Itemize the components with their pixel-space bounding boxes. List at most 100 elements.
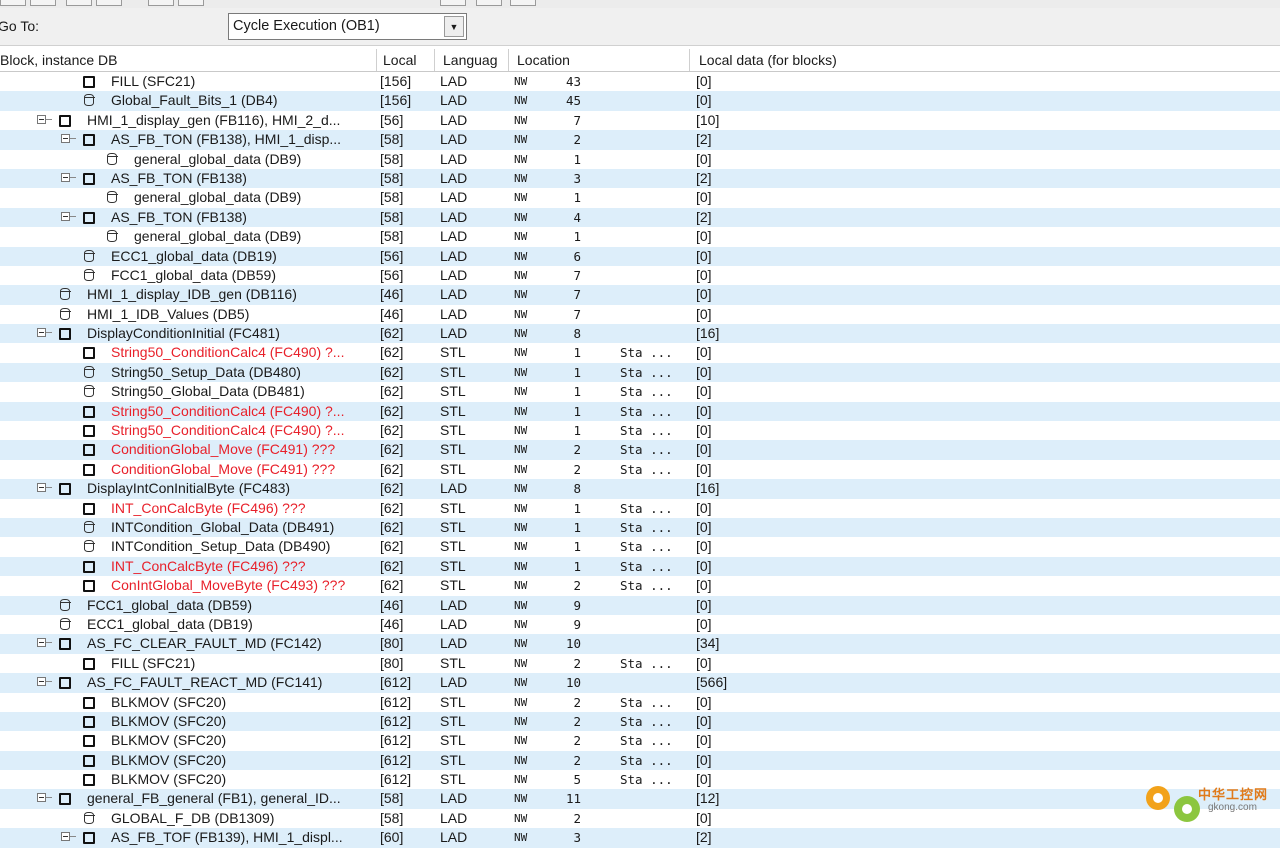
table-row[interactable]: FCC1_global_data (DB59) [56] LAD NW 7 [0] [0,266,1280,285]
table-row[interactable]: ConIntGlobal_MoveByte (FC493) ??? [62] STL… [0,576,1280,595]
table-row[interactable]: DisplayIntConInitialByte (FC483) [62] LAD N… [0,479,1280,499]
column-header-local-data[interactable]: Local data (for blocks) [690,49,1280,71]
column-header-location[interactable]: Location [509,49,690,71]
table-row[interactable]: INT_ConCalcByte (FC496) ??? [62] STL NW 1 Sta… [0,499,1280,518]
network-label: NW [514,773,528,787]
table-row[interactable]: INT_ConCalcByte (FC496) ??? [62] STL NW 1 Sta… [0,556,1280,577]
local-data-value: [0] [696,577,712,594]
block-name: ConIntGlobal_MoveByte (FC493) ??? [111,577,346,594]
network-number: 2 [573,694,581,710]
table-row[interactable]: BLKMOV (SFC20) [612] STL NW 5 Sta ... [0] [0,770,1280,789]
network-label: NW [514,540,528,554]
table-row[interactable]: BLKMOV (SFC20) [612] STL NW 2 Sta ... [0] [0,711,1280,732]
language-value: LAD [440,266,468,283]
statement-value: Sta ... [620,539,673,555]
toolbar-button[interactable] [178,0,204,6]
table-row[interactable]: general_FB_general (FB1), general_ID... [… [0,789,1280,809]
collapse-toggle-icon[interactable] [37,114,46,124]
collapse-toggle-icon[interactable] [61,832,70,842]
network-label: NW [514,501,528,515]
table-row[interactable]: AS_FB_TON (FB138) [58] LAD NW 3 [2] [0,168,1280,189]
toolbar-button[interactable] [0,0,26,6]
network-label: NW [514,637,528,651]
column-header-language[interactable]: Languag [435,49,509,71]
table-row[interactable]: BLKMOV (SFC20) [612] STL NW 2 Sta ... [0] [0,750,1280,771]
language-value: LAD [440,208,468,225]
collapse-toggle-icon[interactable] [37,483,46,493]
language-value: LAD [440,150,468,167]
table-row[interactable]: AS_FB_TON (FB138) [58] LAD NW 4 [2] [0,207,1280,228]
network-label: NW [514,191,528,205]
table-row[interactable]: FCC1_global_data (DB59) [46] LAD NW 9 [0] [0,595,1280,615]
local-value: [58] [380,189,404,206]
table-row[interactable]: general_global_data (DB9) [58] LAD NW 1 [0] [0,150,1280,169]
statement-value: Sta ... [620,713,673,729]
column-header-block[interactable]: Block, instance DB [0,49,377,71]
table-row[interactable]: String50_ConditionCalc4 (FC490) ?... [62]… [0,421,1280,440]
table-row[interactable]: ConditionGlobal_Move (FC491) ??? [62] STL N… [0,460,1280,479]
toolbar-button[interactable] [66,0,92,6]
language-value: STL [440,383,466,400]
table-row[interactable]: DisplayConditionInitial (FC481) [62] LAD NW… [0,324,1280,344]
local-data-value: [0] [696,732,712,749]
program-block-icon [82,770,96,789]
tree-connector [46,487,52,489]
table-row[interactable]: String50_ConditionCalc4 (FC490) ?... [62]… [0,343,1280,362]
toolbar-button[interactable] [148,0,174,6]
collapse-toggle-icon[interactable] [61,211,70,221]
language-value: LAD [440,247,468,264]
network-number: 6 [573,248,581,264]
table-row[interactable]: String50_Global_Data (DB481) [62] STL NW 1 St… [0,382,1280,401]
table-row[interactable]: FILL (SFC21) [156] LAD NW 43 [0] [0,72,1280,91]
language-value: LAD [440,790,468,807]
table-row[interactable]: Global_Fault_Bits_1 (DB4) [156] LAD NW 45 [0] [0,91,1280,111]
table-row[interactable]: GLOBAL_F_DB (DB1309) [58] LAD NW 2 [0] [0,809,1280,828]
goto-select[interactable]: Cycle Execution (OB1) ▼ [228,13,467,40]
column-header-local[interactable]: Local [377,49,435,71]
chevron-down-icon[interactable]: ▼ [444,16,464,37]
toolbar-button[interactable] [96,0,122,6]
collapse-toggle-icon[interactable] [37,328,46,338]
network-label: NW [514,346,528,360]
network-number: 1 [573,519,581,535]
table-row[interactable]: FILL (SFC21) [80] STL NW 2 Sta ... [0] [0,654,1280,673]
table-row[interactable]: String50_Setup_Data (DB480) [62] STL NW 1 Sta… [0,362,1280,383]
table-row[interactable]: AS_FC_CLEAR_FAULT_MD (FC142) [80] LAD NW 10 [… [0,634,1280,654]
block-name: AS_FB_TON (FB138) [111,208,247,225]
table-row[interactable]: BLKMOV (SFC20) [612] STL NW 2 Sta ... [0] [0,731,1280,750]
program-block-icon [82,421,96,440]
language-value: LAD [440,809,468,826]
table-row[interactable]: BLKMOV (SFC20) [612] STL NW 2 Sta ... [0] [0,693,1280,712]
toolbar-button[interactable] [440,0,466,6]
toolbar-button[interactable] [476,0,502,6]
table-row[interactable]: HMI_1_display_gen (FB116), HMI_2_d... [56… [0,111,1280,130]
collapse-toggle-icon[interactable] [37,677,46,687]
table-row[interactable]: INTCondition_Setup_Data (DB490) [62] STL NW… [0,537,1280,556]
table-row[interactable]: INTCondition_Global_Data (DB491) [62] STL N… [0,517,1280,538]
table-row[interactable]: ConditionGlobal_Move (FC491) ??? [62] STL N… [0,440,1280,460]
toolbar-button[interactable] [30,0,56,6]
table-row[interactable]: general_global_data (DB9) [58] LAD NW 1 [0] [0,227,1280,246]
collapse-toggle-icon[interactable] [37,793,46,803]
table-row[interactable]: HMI_1_display_IDB_gen (DB116) [46] LAD NW 7 [… [0,285,1280,305]
program-block-icon [82,440,96,459]
network-number: 7 [573,112,581,128]
network-number: 7 [573,267,581,283]
collapse-toggle-icon[interactable] [61,134,70,144]
table-row[interactable]: ECC1_global_data (DB19) [56] LAD NW 6 [0] [0,246,1280,266]
table-row[interactable]: AS_FB_TON (FB138), HMI_1_disp... [58] LAD N… [0,130,1280,150]
table-row[interactable]: general_global_data (DB9) [58] LAD NW 1 [0] [0,188,1280,207]
local-value: [46] [380,305,404,322]
collapse-toggle-icon[interactable] [61,172,70,182]
toolbar-button[interactable] [510,0,536,6]
network-number: 8 [573,481,581,497]
table-row[interactable]: ECC1_global_data (DB19) [46] LAD NW 9 [0] [0,615,1280,634]
program-block-icon [82,208,96,227]
statement-value: Sta ... [620,694,673,710]
table-row[interactable]: HMI_1_IDB_Values (DB5) [46] LAD NW 7 [0] [0,305,1280,324]
local-data-value: [0] [696,460,712,477]
network-label: NW [514,695,528,709]
table-row[interactable]: AS_FC_FAULT_REACT_MD (FC141) [612] LAD NW 10… [0,673,1280,693]
collapse-toggle-icon[interactable] [37,638,46,648]
table-row[interactable]: String50_ConditionCalc4 (FC490) ?... [62]… [0,401,1280,422]
